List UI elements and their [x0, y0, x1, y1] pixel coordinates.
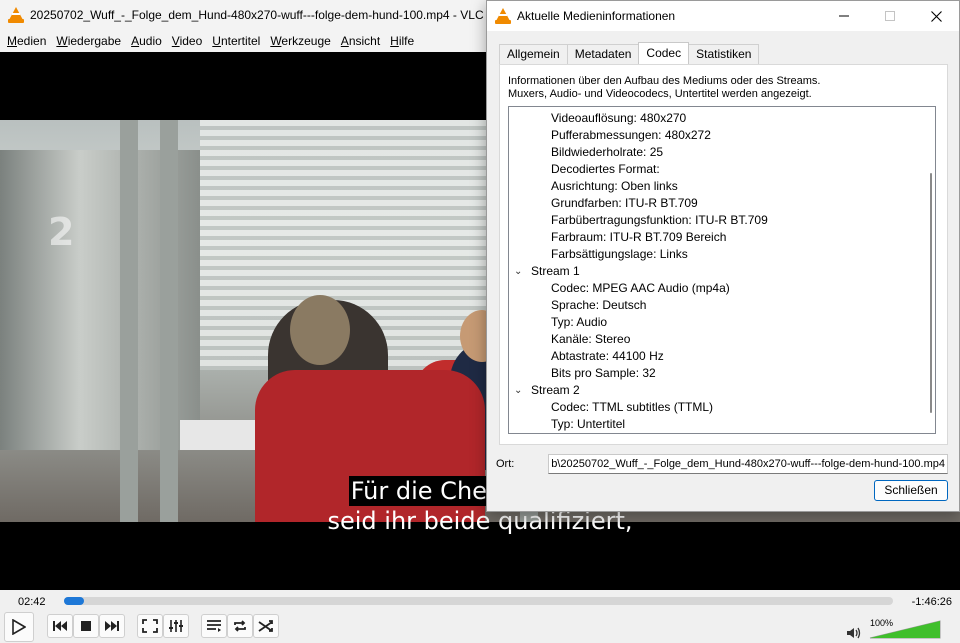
- tree-property-item[interactable]: Decodiertes Format:: [551, 161, 660, 178]
- next-icon: [105, 621, 119, 631]
- menu-untertitel[interactable]: Untertitel: [207, 34, 265, 48]
- menu-ansicht[interactable]: Ansicht: [336, 34, 385, 48]
- location-label: Ort:: [496, 458, 515, 470]
- loop-button[interactable]: [227, 614, 253, 638]
- menu-video[interactable]: Video: [167, 34, 207, 48]
- controls-bar: 02:42 -1:46:26: [0, 590, 960, 643]
- tree-scrollbar[interactable]: [930, 173, 932, 413]
- window-title: 20250702_Wuff_-_Folge_dem_Hund-480x270-w…: [30, 8, 484, 22]
- codec-tree[interactable]: Videoauflösung: 480x270 Pufferabmessungen…: [508, 106, 936, 434]
- volume-percent: 100%: [870, 618, 894, 628]
- expand-chevron-icon[interactable]: ⌄: [514, 263, 526, 280]
- seek-slider[interactable]: [64, 597, 893, 605]
- close-icon: [930, 10, 942, 22]
- playlist-button[interactable]: [201, 614, 227, 638]
- dialog-title: Aktuelle Medieninformationen: [517, 9, 676, 23]
- tree-property-item[interactable]: Bildwiederholrate: 25: [551, 144, 663, 161]
- fullscreen-icon: [142, 619, 158, 633]
- equalizer-icon: [169, 620, 183, 632]
- tree-property-item[interactable]: Ausrichtung: Oben links: [551, 178, 678, 195]
- tree-property-item[interactable]: Typ: Untertitel: [551, 416, 625, 433]
- description-line-1: Informationen über den Aufbau des Medium…: [508, 75, 821, 87]
- tree-stream-node[interactable]: Stream 1: [531, 263, 580, 280]
- tree-property-item[interactable]: Farbübertragungsfunktion: ITU-R BT.709: [551, 212, 768, 229]
- next-button[interactable]: [99, 614, 125, 638]
- tree-property-item[interactable]: Farbsättigungslage: Links: [551, 246, 688, 263]
- tab-bar: Allgemein Metadaten Codec Statistiken: [499, 42, 760, 64]
- tree-property-item[interactable]: Pufferabmessungen: 480x272: [551, 127, 711, 144]
- scene-pillar: [120, 120, 138, 522]
- tab-statistiken[interactable]: Statistiken: [688, 44, 760, 64]
- maximize-button: [867, 1, 913, 31]
- loop-icon: [234, 620, 246, 632]
- extended-settings-button[interactable]: [163, 614, 189, 638]
- remaining-time[interactable]: -1:46:26: [912, 596, 952, 608]
- playlist-icon: [207, 620, 221, 632]
- tree-property-item[interactable]: Farbraum: ITU-R BT.709 Bereich: [551, 229, 726, 246]
- previous-button[interactable]: [47, 614, 73, 638]
- close-button[interactable]: [913, 1, 959, 31]
- seek-progress: [64, 597, 84, 605]
- channel-logo: 2: [48, 210, 75, 254]
- tree-property-item[interactable]: Codec: MPEG AAC Audio (mp4a): [551, 280, 730, 297]
- play-button[interactable]: [4, 612, 34, 642]
- tree-property-item[interactable]: Bits pro Sample: 32: [551, 365, 656, 382]
- stop-button[interactable]: [73, 614, 99, 638]
- scene-person-left-head: [290, 295, 350, 365]
- tab-codec[interactable]: Codec: [638, 42, 690, 64]
- close-dialog-button[interactable]: Schließen: [874, 480, 948, 501]
- maximize-icon: [885, 11, 895, 21]
- shuffle-icon: [258, 620, 273, 632]
- menu-hilfe[interactable]: Hilfe: [385, 34, 419, 48]
- expand-chevron-icon[interactable]: ⌄: [514, 382, 526, 399]
- tree-property-item[interactable]: Sprache: Deutsch: [551, 297, 646, 314]
- tab-metadaten[interactable]: Metadaten: [566, 44, 640, 64]
- tab-allgemein[interactable]: Allgemein: [499, 44, 568, 64]
- panel-description: Informationen über den Aufbau des Medium…: [508, 75, 820, 101]
- tree-property-item[interactable]: Typ: Audio: [551, 314, 607, 331]
- tree-property-item[interactable]: Grundfarben: ITU-R BT.709: [551, 195, 698, 212]
- menu-audio[interactable]: Audio: [126, 34, 167, 48]
- tree-property-item[interactable]: Videoauflösung: 480x270: [551, 110, 686, 127]
- description-line-2: Muxers, Audio- und Videocodecs, Untertit…: [508, 88, 812, 100]
- minimize-button[interactable]: [821, 1, 867, 31]
- vlc-cone-icon: [8, 7, 24, 23]
- location-field[interactable]: b\20250702_Wuff_-_Folge_dem_Hund-480x270…: [548, 454, 948, 474]
- play-icon: [12, 619, 26, 635]
- minimize-icon: [839, 15, 849, 17]
- dialog-titlebar: Aktuelle Medieninformationen: [487, 1, 959, 31]
- codec-panel: Informationen über den Aufbau des Medium…: [499, 64, 948, 445]
- vlc-cone-icon: [495, 8, 511, 24]
- menu-werkzeuge[interactable]: Werkzeuge: [265, 34, 335, 48]
- menu-medien[interactable]: Medien: [2, 34, 51, 48]
- tree-property-item[interactable]: Codec: TTML subtitles (TTML): [551, 399, 713, 416]
- media-info-dialog: Aktuelle Medieninformationen Allgemein M…: [486, 0, 960, 512]
- scene-pillar: [160, 120, 178, 522]
- elapsed-time[interactable]: 02:42: [18, 596, 46, 608]
- shuffle-button[interactable]: [253, 614, 279, 638]
- stop-icon: [81, 621, 91, 631]
- tree-property-item[interactable]: Abtastrate: 44100 Hz: [551, 348, 664, 365]
- menu-wiedergabe[interactable]: Wiedergabe: [51, 34, 126, 48]
- speaker-icon[interactable]: [846, 626, 862, 640]
- tree-stream-node[interactable]: Stream 2: [531, 382, 580, 399]
- previous-icon: [53, 621, 67, 631]
- fullscreen-button[interactable]: [137, 614, 163, 638]
- tree-property-item[interactable]: Kanäle: Stereo: [551, 331, 630, 348]
